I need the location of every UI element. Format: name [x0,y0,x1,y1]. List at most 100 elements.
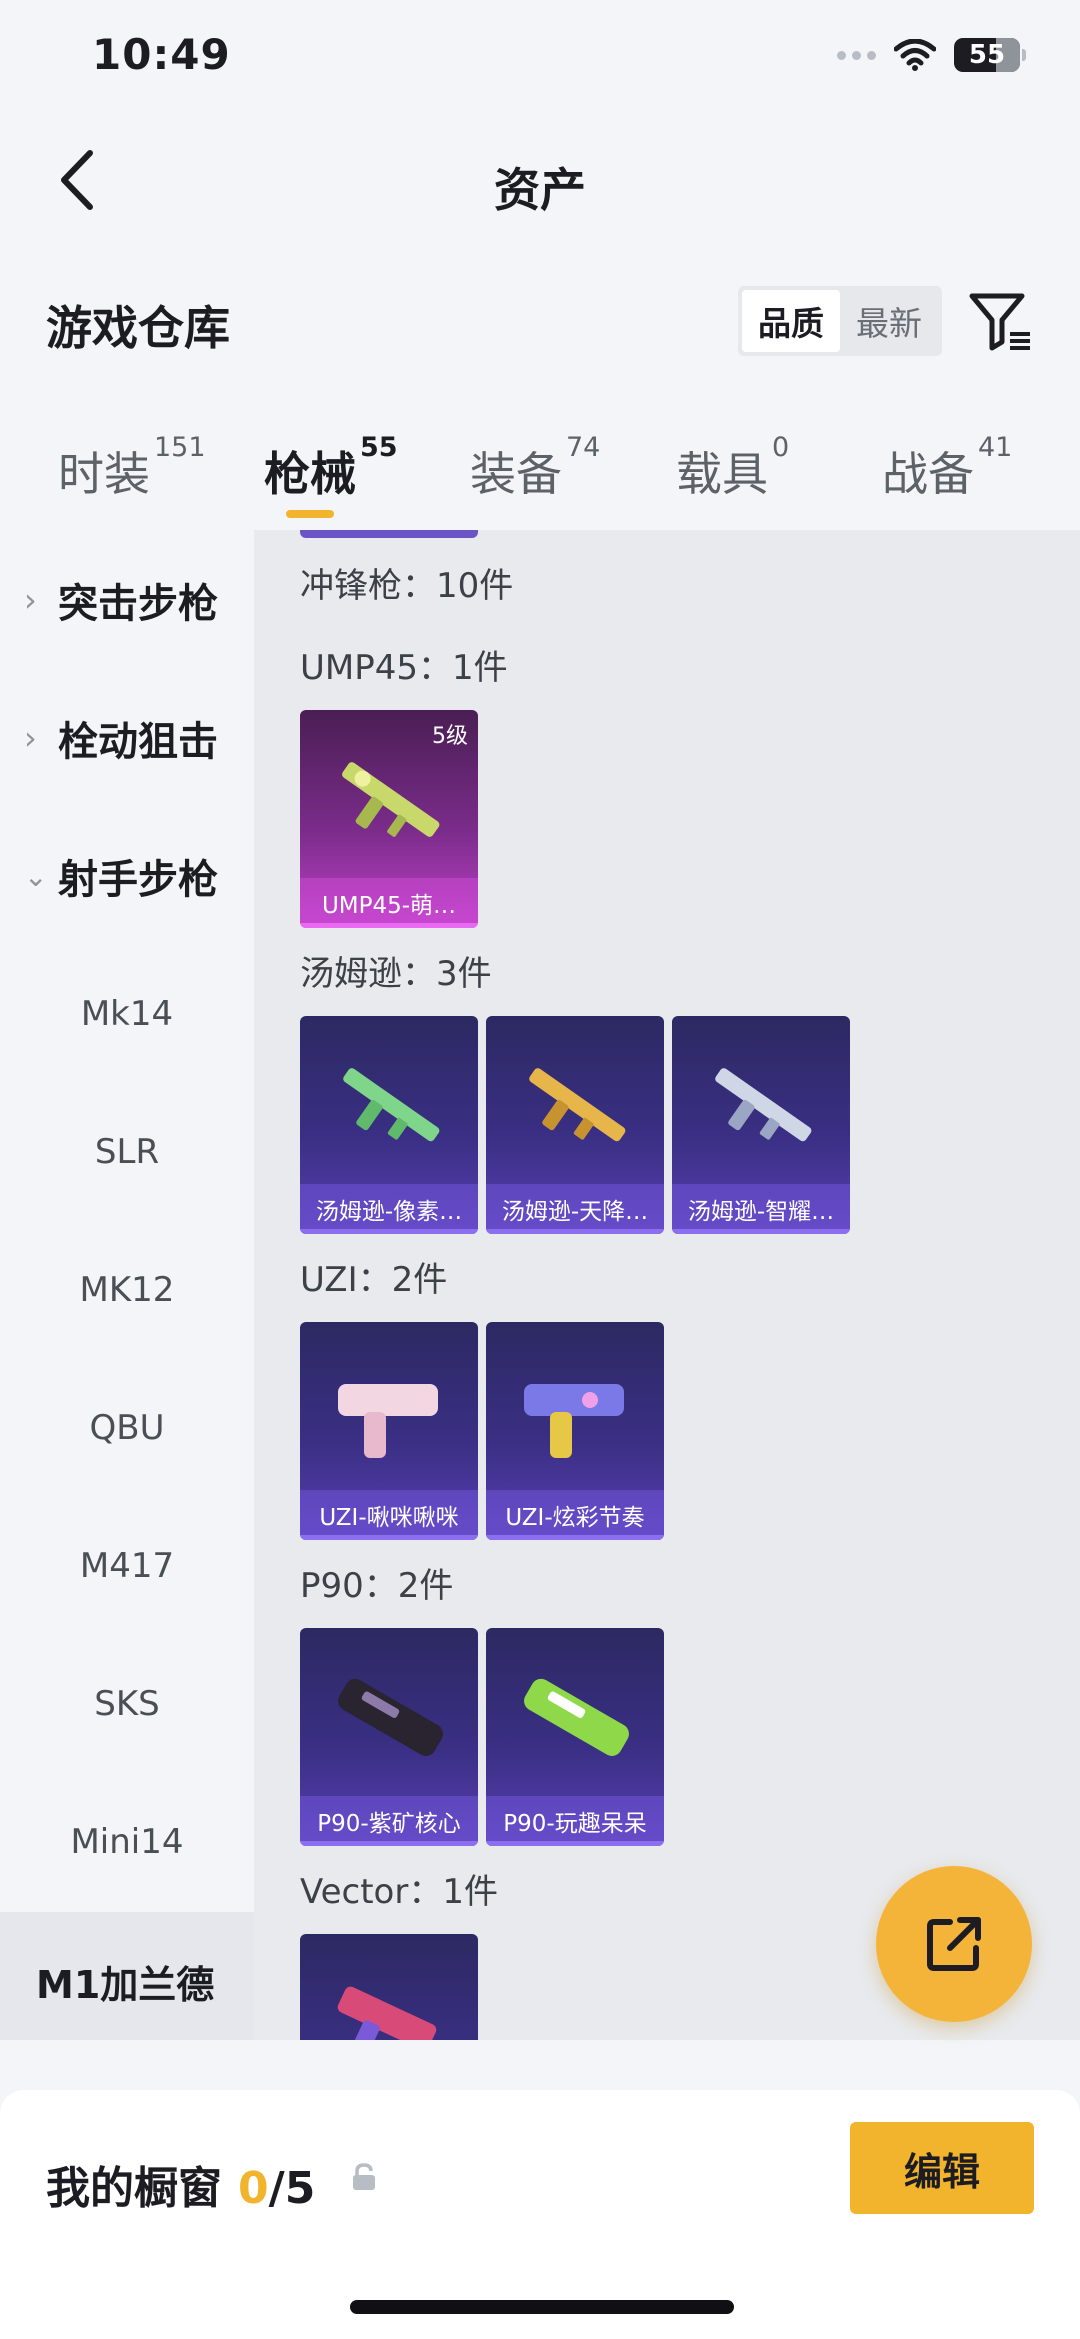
rarity-bar [672,1229,850,1234]
section-title: 游戏仓库 [46,301,230,355]
status-time: 10:49 [92,30,231,79]
filter-icon [969,293,1030,351]
gun-thumbnail-icon [343,1068,440,1142]
battery-icon: 55 [954,38,1026,72]
tab-outfits[interactable]: 时装 151 [58,432,206,504]
skin-card[interactable]: 汤姆逊-智耀… [672,1016,850,1234]
sidebar-subitem-mini14[interactable]: Mini14 [0,1792,254,1892]
tab-count: 151 [154,432,206,463]
skin-card[interactable] [300,1934,478,2040]
inventory-list: 冲锋枪：10件 UMP45：1件 5级 UMP45-萌… 汤姆逊：3件 汤姆逊-… [254,530,1080,2040]
showcase-title: 我的橱窗 0 /5 [46,2152,315,2216]
gun-thumbnail-icon [342,762,440,837]
tab-label: 载具 [676,447,768,501]
rarity-bar [300,923,478,928]
gun-thumbnail-icon [338,1384,438,1458]
skin-name: UZI-炫彩节奏 [486,1490,664,1540]
edit-button[interactable]: 编辑 [850,2122,1034,2214]
skin-name: 汤姆逊-天降… [486,1184,664,1234]
category-summary: 冲锋枪：10件 [300,566,514,606]
sidebar-item-label: 栓动狙击 [58,719,218,765]
tab-supplies[interactable]: 战备 41 [882,432,1012,504]
skin-name: UZI-啾咪啾咪 [300,1490,478,1540]
chevron-down-icon: ⌄ [24,859,48,893]
gun-thumbnail-icon [715,1068,812,1142]
skin-name: P90-紫矿核心 [300,1796,478,1846]
sidebar-subitem-qbu[interactable]: QBU [0,1378,254,1478]
sidebar-subitem-mk14[interactable]: Mk14 [0,964,254,1064]
showcase-count: 0 [238,2163,269,2214]
tab-label: 枪械 [264,447,356,501]
gun-thumbnail-icon [529,1068,626,1142]
skin-card[interactable]: 5级 UMP45-萌… [300,710,478,928]
sidebar-subitem-mk12[interactable]: MK12 [0,1240,254,1340]
skin-name: 汤姆逊-智耀… [672,1184,850,1234]
rarity-bar [300,1841,478,1846]
showcase-total: /5 [268,2163,316,2214]
tab-count: 55 [360,432,398,463]
chevron-right-icon: › [24,581,37,619]
tab-vehicles[interactable]: 载具 0 [676,432,789,504]
sidebar-subitem-slr[interactable]: SLR [0,1102,254,1202]
sidebar-subitem-m1-garand[interactable]: M1加兰德 [0,1912,254,2040]
group-title-vector: Vector：1件 [300,1872,498,1912]
sort-toggle: 品质 最新 [738,286,942,356]
showcase-label: 我的橱窗 [46,2163,222,2214]
sidebar-subitem-sks[interactable]: SKS [0,1654,254,1754]
skin-name: UMP45-萌… [300,878,478,928]
gun-thumbnail-icon [337,1986,437,2040]
skin-card[interactable]: UZI-啾咪啾咪 [300,1322,478,1540]
status-bar: 10:49 55 [0,0,1080,110]
share-icon [927,1917,981,1971]
sidebar-subitem-m417[interactable]: M417 [0,1516,254,1616]
tab-label: 战备 [882,447,974,501]
skin-name: P90-玩趣呆呆 [486,1796,664,1846]
page-title: 资产 [494,163,586,217]
category-tabs: 时装 151 枪械 55 装备 74 载具 0 战备 41 [0,420,1080,530]
lock-icon [353,2163,375,2190]
tab-firearms[interactable]: 枪械 55 [264,432,398,504]
sidebar-item-label: 射手步枪 [58,857,218,903]
tab-count: 74 [566,432,601,463]
tab-label: 装备 [470,447,562,501]
skin-card[interactable]: 汤姆逊-天降… [486,1016,664,1234]
nav-header: 资产 [0,120,1080,240]
battery-level: 55 [968,40,1006,70]
skin-card[interactable]: P90-玩趣呆呆 [486,1628,664,1846]
rarity-bar [486,1841,664,1846]
tab-label: 时装 [58,447,150,501]
tab-count: 0 [772,432,790,463]
active-tab-indicator [286,510,334,518]
sidebar-item-marksman-rifles[interactable]: ⌄ 射手步枪 [0,826,254,926]
skin-card[interactable]: UZI-炫彩节奏 [486,1322,664,1540]
category-sidebar: › 突击步枪 › 栓动狙击 ⌄ 射手步枪 Mk14 SLR MK12 QBU M… [0,530,254,2040]
sidebar-item-bolt-snipers[interactable]: › 栓动狙击 [0,688,254,788]
sidebar-item-label: 突击步枪 [58,581,218,627]
skin-name: 汤姆逊-像素… [300,1184,478,1234]
skin-card[interactable]: 汤姆逊-像素… [300,1016,478,1234]
group-title-p90: P90：2件 [300,1566,454,1606]
sort-option-quality[interactable]: 品质 [742,290,840,352]
group-title-ump45: UMP45：1件 [300,648,508,688]
rarity-bar [486,1535,664,1540]
sidebar-item-assault-rifles[interactable]: › 突击步枪 [0,550,254,650]
gun-thumbnail-icon [338,1678,443,1756]
rarity-bar [300,1535,478,1540]
group-title-thompson: 汤姆逊：3件 [300,954,492,994]
gun-thumbnail-icon [524,1678,629,1756]
rarity-bar [300,1229,478,1234]
tab-count: 41 [978,432,1013,463]
signal-icon [837,50,876,60]
gun-thumbnail-icon [524,1384,624,1458]
skin-card[interactable]: P90-紫矿核心 [300,1628,478,1846]
previous-card-edge [300,530,478,538]
wifi-icon [894,39,936,71]
filter-button[interactable] [966,288,1034,356]
sort-option-latest[interactable]: 最新 [840,290,938,352]
share-button[interactable] [876,1866,1032,2022]
chevron-right-icon: › [24,719,37,757]
tab-equipment[interactable]: 装备 74 [470,432,600,504]
status-icons: 55 [837,38,1026,72]
group-title-uzi: UZI：2件 [300,1260,448,1300]
rarity-bar [486,1229,664,1234]
